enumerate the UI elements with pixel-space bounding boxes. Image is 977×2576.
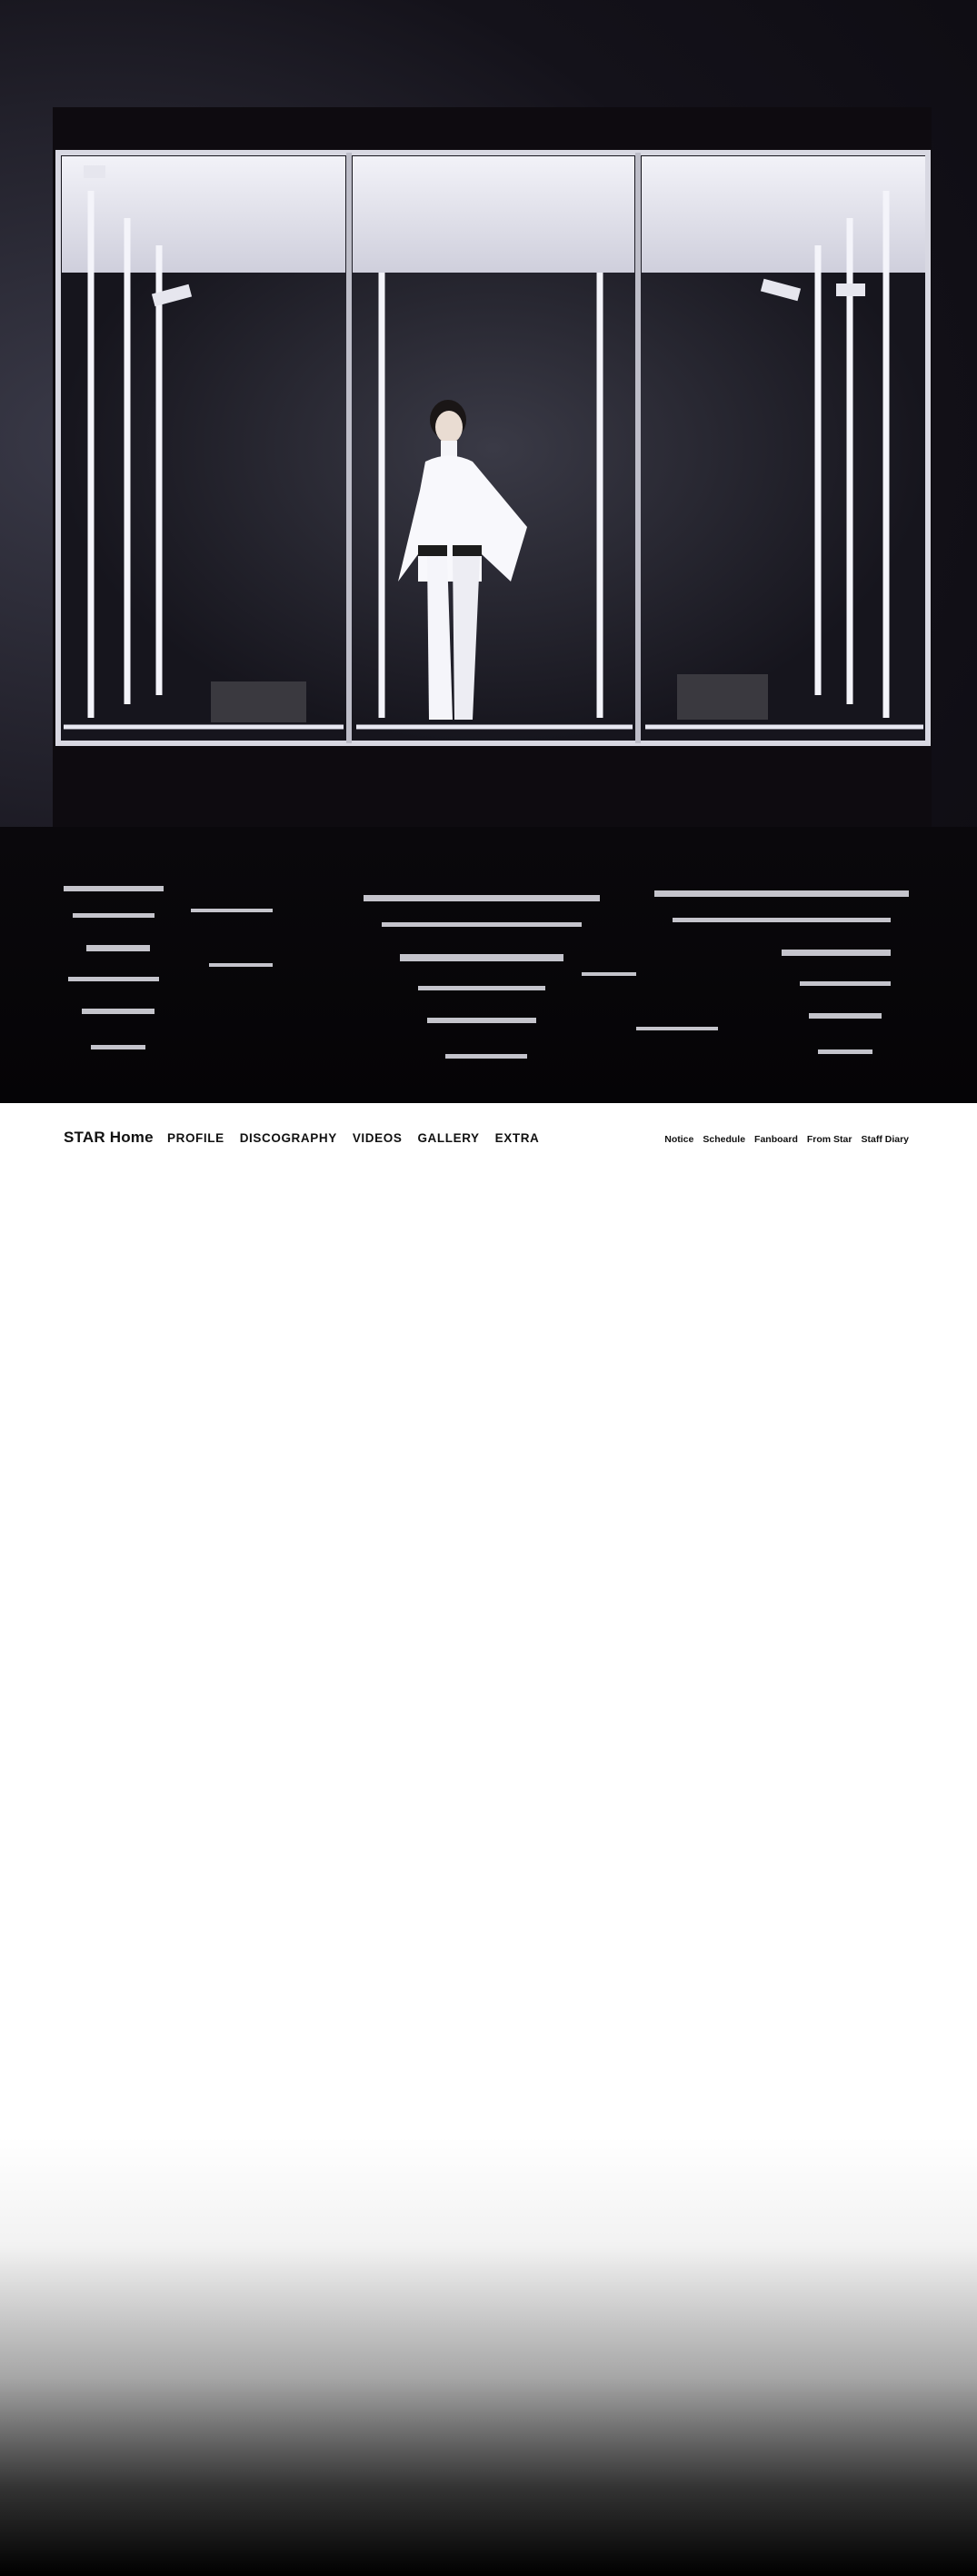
brand-home-link[interactable]: STAR Home [64,1129,154,1147]
hero-photo [0,107,977,1103]
main-nav: PROFILE DISCOGRAPHY VIDEOS GALLERY EXTRA [167,1131,539,1145]
nav-videos[interactable]: VIDEOS [353,1131,403,1145]
nav-profile[interactable]: PROFILE [167,1131,224,1145]
nav-fanboard[interactable]: Fanboard [754,1134,798,1145]
nav-from-star[interactable]: From Star [807,1134,852,1145]
footer-fade [0,2135,977,2576]
nav-discography[interactable]: DISCOGRAPHY [240,1131,337,1145]
nav-schedule[interactable]: Schedule [703,1134,745,1145]
site-header: STAR Home PROFILE DISCOGRAPHY VIDEOS GAL… [0,1103,977,1176]
nav-extra[interactable]: EXTRA [495,1131,540,1145]
nav-gallery[interactable]: GALLERY [417,1131,479,1145]
nav-staff-diary[interactable]: Staff Diary [861,1134,909,1145]
sub-nav: Notice Schedule Fanboard From Star Staff… [664,1134,909,1145]
nav-notice[interactable]: Notice [664,1134,693,1145]
hero-image [0,0,977,1103]
